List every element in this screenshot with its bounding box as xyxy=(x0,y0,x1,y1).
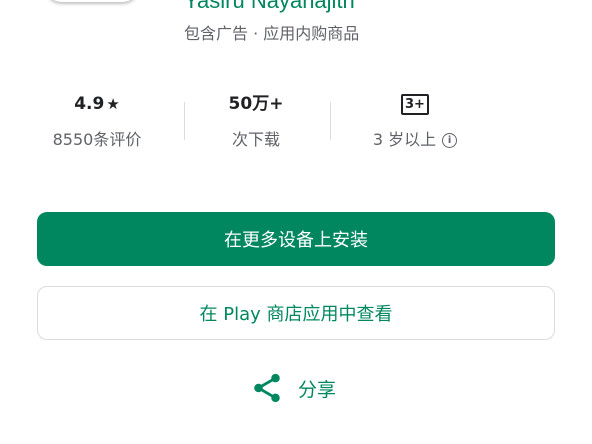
rating-value-line: 4.9 ★ xyxy=(30,92,164,116)
share-button[interactable]: 分享 xyxy=(250,368,336,408)
app-icon[interactable] xyxy=(44,0,140,2)
stat-rating[interactable]: 4.9 ★ 8550条评价 xyxy=(30,92,164,152)
rating-value: 4.9 xyxy=(74,94,105,114)
stat-downloads: 50万+ 次下载 xyxy=(186,92,326,152)
install-more-devices-button[interactable]: 在更多设备上安装 xyxy=(37,212,555,266)
stat-content-rating[interactable]: 3+ 3 岁以上 i xyxy=(340,92,490,152)
star-icon: ★ xyxy=(106,95,120,113)
stats-divider xyxy=(184,102,185,140)
view-in-play-store-button[interactable]: 在 Play 商店应用中查看 xyxy=(37,286,555,340)
share-icon xyxy=(254,373,280,403)
rating-count: 8550条评价 xyxy=(52,130,142,149)
content-rating-value-line: 3+ xyxy=(340,92,490,116)
content-rating-label-line: 3 岁以上 i xyxy=(340,126,490,150)
share-label: 分享 xyxy=(298,378,337,401)
stats-row: 4.9 ★ 8550条评价 50万+ 次下载 3+ 3 岁以上 i xyxy=(0,92,592,152)
content-rating-label: 3 岁以上 xyxy=(372,130,437,149)
app-meta-line: 包含广告 · 应用内购商品 xyxy=(184,24,360,43)
downloads-value: 50万+ xyxy=(228,94,284,114)
stats-divider xyxy=(330,102,331,140)
downloads-label: 次下载 xyxy=(231,130,280,149)
content-rating-badge: 3+ xyxy=(401,93,429,115)
info-icon[interactable]: i xyxy=(442,133,458,148)
developer-link[interactable]: Yasiru Nayanajith xyxy=(184,0,355,14)
app-details-page: Yasiru Nayanajith 包含广告 · 应用内购商品 4.9 ★ 855… xyxy=(0,0,592,444)
